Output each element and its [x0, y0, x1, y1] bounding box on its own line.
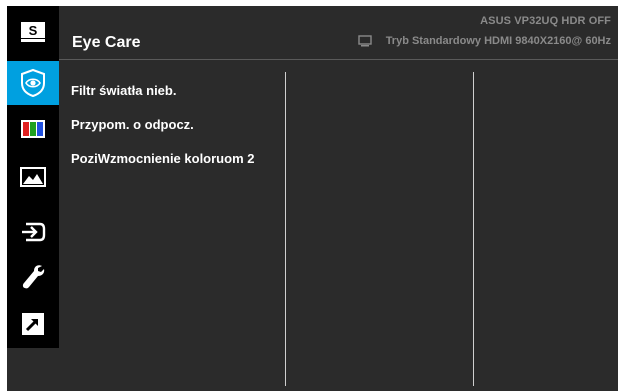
page-title: Eye Care — [72, 34, 141, 51]
menu-item-blue-light-filter[interactable]: Filtr światła nieb. — [71, 83, 301, 98]
eye-care-icon — [21, 68, 45, 98]
osd-window: S Eye Care ASUS VP32UQ HDR OFF Tryb Stan… — [7, 6, 618, 391]
header-bar: Eye Care ASUS VP32UQ HDR OFF Tryb Standa… — [59, 6, 618, 60]
sidebar: S — [7, 6, 59, 348]
sidebar-item-color[interactable] — [7, 107, 59, 151]
sidebar-item-splendid[interactable]: S — [7, 10, 59, 54]
image-icon — [20, 167, 46, 187]
sidebar-item-image[interactable] — [7, 155, 59, 199]
system-setup-wrench-icon — [22, 265, 45, 289]
input-select-icon — [22, 222, 46, 242]
menu-item-rest-reminder[interactable]: Przypom. o odpocz. — [71, 117, 301, 132]
svg-text:S: S — [29, 23, 38, 38]
column-divider — [473, 72, 474, 386]
model-info: ASUS VP32UQ HDR OFF — [480, 15, 611, 27]
splendid-s-icon: S — [21, 22, 45, 42]
sidebar-item-eye-care[interactable] — [7, 61, 59, 105]
shortcut-arrow-icon — [22, 313, 44, 335]
status-line: Tryb Standardowy HDMI 9840X2160@ 60Hz — [357, 35, 611, 47]
sidebar-item-input-select[interactable] — [7, 210, 59, 254]
menu-item-color-augmentation[interactable]: PoziWzmocnienie koloruom 2 — [71, 151, 301, 166]
sidebar-item-system-setup[interactable] — [7, 255, 59, 299]
color-bars-icon — [21, 120, 45, 138]
column-divider — [285, 72, 286, 386]
sidebar-item-shortcut[interactable] — [7, 302, 59, 346]
monitor-icon — [357, 35, 372, 47]
status-text: Tryb Standardowy HDMI 9840X2160@ 60Hz — [385, 35, 611, 47]
